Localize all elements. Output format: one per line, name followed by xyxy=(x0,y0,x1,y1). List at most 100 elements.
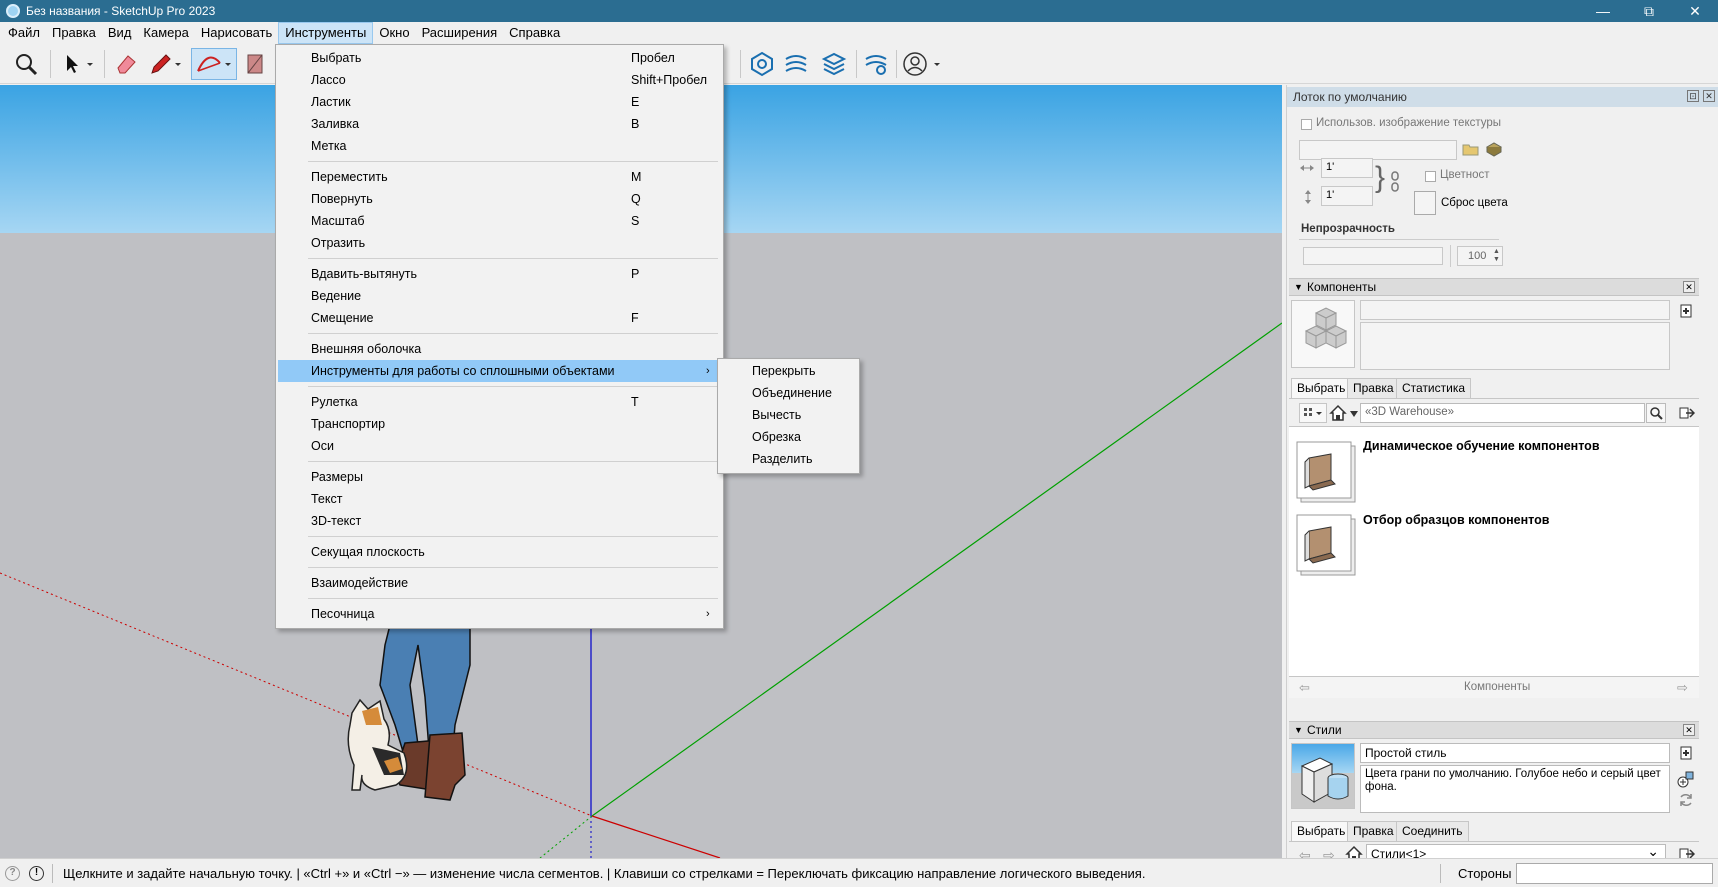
component-folder-icon-1[interactable] xyxy=(1295,440,1359,509)
menu-item-axes[interactable]: Оси xyxy=(278,435,721,457)
components-nav-label: Компоненты xyxy=(1464,681,1531,693)
eraser-icon[interactable] xyxy=(110,48,142,80)
texture-width-input[interactable]: 1' xyxy=(1321,158,1373,178)
home-icon[interactable] xyxy=(1329,404,1347,425)
components-tab-statistics[interactable]: Статистика xyxy=(1396,378,1472,398)
menu-item-eraser[interactable]: Ластик E xyxy=(278,91,721,113)
menu-item-dimensions[interactable]: Размеры xyxy=(278,466,721,488)
style-details-icon[interactable] xyxy=(1679,745,1693,764)
account-icon[interactable] xyxy=(900,48,946,80)
menu-item-solid-tools[interactable]: Инструменты для работы со сплошными объе… xyxy=(278,360,721,382)
texture-path-field[interactable] xyxy=(1299,140,1457,160)
menu-item-tape-measure[interactable]: Рулетка T xyxy=(278,391,721,413)
styles-close-button[interactable]: ✕ xyxy=(1683,724,1695,736)
component-item-1[interactable]: Динамическое обучение компонентов xyxy=(1363,439,1600,453)
minimize-button[interactable]: — xyxy=(1580,0,1626,22)
menu-item-offset[interactable]: Смещение F xyxy=(278,307,721,329)
styles-tab-mix[interactable]: Соединить xyxy=(1396,821,1469,841)
aspect-lock-icon[interactable] xyxy=(1390,170,1400,197)
menu-camera[interactable]: Камера xyxy=(137,22,194,44)
style-description-field[interactable]: Цвета грани по умолчанию. Голубое небо и… xyxy=(1360,765,1670,813)
components-section-header[interactable]: ▼ Компоненты ✕ xyxy=(1289,278,1699,296)
nav-back-icon[interactable]: ⇦ xyxy=(1299,680,1310,696)
select-arrow-icon[interactable] xyxy=(58,48,98,80)
reset-color-swatch[interactable] xyxy=(1414,191,1436,215)
details-arrow-icon[interactable] xyxy=(1679,405,1696,424)
menu-item-3d-text[interactable]: 3D-текст xyxy=(278,510,721,532)
submenu-item-subtract[interactable]: Вычесть xyxy=(752,404,801,426)
menu-item-outer-shell[interactable]: Внешняя оболочка xyxy=(278,338,721,360)
opacity-separator xyxy=(1450,245,1451,267)
components-tab-select[interactable]: Выбрать xyxy=(1291,378,1352,398)
arc-icon[interactable] xyxy=(191,48,237,80)
component-item-2[interactable]: Отбор образцов компонентов xyxy=(1363,513,1549,527)
use-texture-checkbox[interactable] xyxy=(1301,119,1312,130)
opacity-spinner[interactable]: ▲ ▼ xyxy=(1493,248,1500,264)
opacity-slider[interactable] xyxy=(1303,247,1443,265)
menu-item-text[interactable]: Текст xyxy=(278,488,721,510)
update-style-icon[interactable] xyxy=(1678,792,1694,811)
menu-extensions[interactable]: Расширения xyxy=(416,22,504,44)
menu-item-sandbox[interactable]: Песочница › xyxy=(278,603,721,625)
create-style-icon[interactable] xyxy=(1677,770,1695,791)
components-tab-edit[interactable]: Правка xyxy=(1347,378,1400,398)
texture-image-icon[interactable] xyxy=(1485,139,1503,160)
warehouse-search-icon[interactable] xyxy=(746,48,778,80)
menu-item-paint-bucket[interactable]: Заливка B xyxy=(278,113,721,135)
menu-item-section-plane[interactable]: Секущая плоскость xyxy=(278,541,721,563)
tray-close-button[interactable]: ✕ xyxy=(1703,90,1715,102)
texture-height-input[interactable]: 1' xyxy=(1321,186,1373,206)
menu-help[interactable]: Справка xyxy=(503,22,566,44)
nav-forward-icon[interactable]: ⇨ xyxy=(1677,680,1688,696)
menu-view[interactable]: Вид xyxy=(102,22,138,44)
maximize-button[interactable]: ⧉ xyxy=(1626,0,1672,22)
menu-item-flip[interactable]: Отразить xyxy=(278,232,721,254)
submenu-item-trim[interactable]: Обрезка xyxy=(752,426,801,448)
menu-item-move[interactable]: Переместить M xyxy=(278,166,721,188)
menu-item-lasso[interactable]: Лассо Shift+Пробел xyxy=(278,69,721,91)
view-options-icon[interactable] xyxy=(1299,403,1327,423)
menu-item-protractor[interactable]: Транспортир xyxy=(278,413,721,435)
menu-item-interact[interactable]: Взаимодействие xyxy=(278,572,721,594)
measurements-input[interactable] xyxy=(1516,863,1713,884)
components-close-button[interactable]: ✕ xyxy=(1683,281,1695,293)
settings-icon[interactable] xyxy=(860,48,892,80)
menu-edit[interactable]: Правка xyxy=(46,22,102,44)
menu-item-select[interactable]: Выбрать Пробел xyxy=(278,47,721,69)
submenu-item-split[interactable]: Разделить xyxy=(752,448,813,470)
browse-folder-icon[interactable] xyxy=(1462,140,1480,161)
menu-window[interactable]: Окно xyxy=(373,22,415,44)
component-search-icon[interactable] xyxy=(1646,403,1666,423)
pencil-icon[interactable] xyxy=(146,48,186,80)
submenu-item-intersect[interactable]: Перекрыть xyxy=(752,360,815,382)
styles-tab-edit[interactable]: Правка xyxy=(1347,821,1400,841)
paint-icon[interactable] xyxy=(242,48,266,80)
styles-tab-select[interactable]: Выбрать xyxy=(1291,821,1352,841)
menu-item-scale[interactable]: Масштаб S xyxy=(278,210,721,232)
menu-draw[interactable]: Нарисовать xyxy=(195,22,278,44)
layers-icon[interactable] xyxy=(818,48,850,80)
component-folder-icon-2[interactable] xyxy=(1295,513,1359,582)
tray-pin-button[interactable]: ⊡ xyxy=(1687,90,1699,102)
menu-tools[interactable]: Инструменты xyxy=(278,22,374,44)
component-description-field[interactable] xyxy=(1360,322,1670,370)
colorize-checkbox[interactable] xyxy=(1425,171,1436,182)
menu-item-follow-me[interactable]: Ведение xyxy=(278,285,721,307)
component-name-field[interactable] xyxy=(1360,300,1670,320)
component-details-icon[interactable] xyxy=(1679,303,1693,322)
styles-section-header[interactable]: ▼ Стили ✕ xyxy=(1289,721,1699,739)
navigation-dropdown-icon[interactable] xyxy=(1349,407,1359,422)
menu-item-tag[interactable]: Метка xyxy=(278,135,721,157)
geolocation-icon[interactable]: ? xyxy=(5,866,20,881)
submenu-item-union[interactable]: Объединение xyxy=(752,382,832,404)
close-button[interactable]: ✕ xyxy=(1672,0,1718,22)
menu-file[interactable]: Файл xyxy=(2,22,46,44)
sandbox-icon[interactable] xyxy=(780,48,812,80)
menu-item-push-pull[interactable]: Вдавить-вытянуть P xyxy=(278,263,721,285)
style-name-field[interactable]: Простой стиль xyxy=(1360,743,1670,763)
menu-item-rotate[interactable]: Повернуть Q xyxy=(278,188,721,210)
warehouse-search-input[interactable]: «3D Warehouse» xyxy=(1360,403,1645,423)
instructor-info-icon[interactable]: ! xyxy=(29,866,44,881)
menu-separator xyxy=(308,461,718,462)
zoom-icon[interactable] xyxy=(10,48,42,80)
